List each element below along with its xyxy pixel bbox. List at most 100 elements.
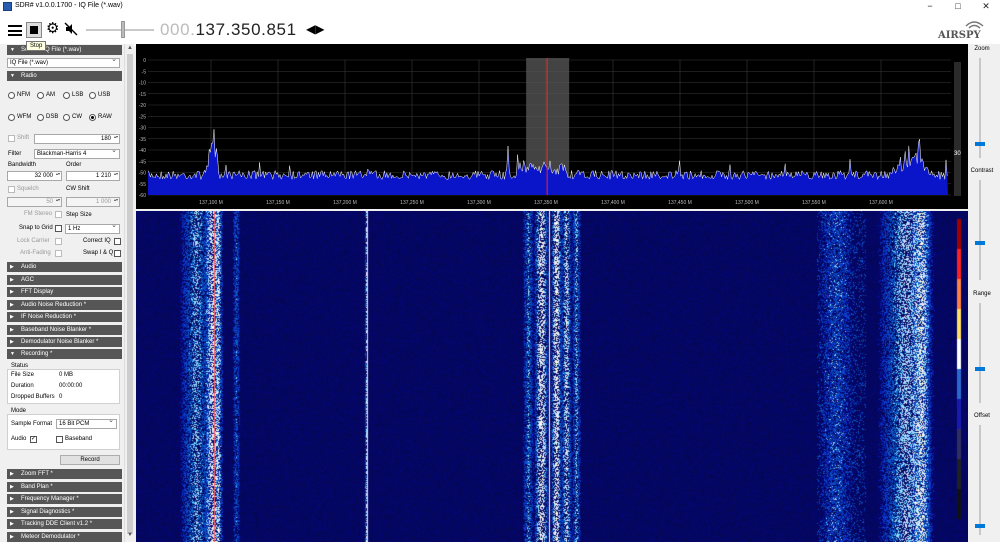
mode-radio-cw[interactable] [63, 114, 70, 121]
anti-fading-checkbox[interactable] [55, 250, 62, 257]
logo-text: AIRSPY [937, 30, 981, 41]
swap-iq-label: Swap I & Q [83, 250, 114, 256]
contrast-slider-track[interactable] [979, 180, 981, 280]
frequency-tick-label: 137,400 M [601, 200, 625, 206]
audio-checkbox[interactable]: ✓ [30, 436, 37, 443]
dropped-buffers-value: 0 [59, 394, 63, 400]
snap-to-grid-checkbox[interactable] [55, 225, 62, 232]
mode-radio-nfm[interactable] [8, 92, 15, 99]
db-tick-label: -45 [139, 159, 146, 165]
mode-radio-lsb[interactable] [63, 92, 70, 99]
waterfall-display[interactable] [136, 211, 968, 542]
db-tick-label: -5 [142, 69, 147, 75]
zoom-slider-thumb[interactable] [975, 142, 985, 146]
section-recording[interactable]: Recording * [7, 349, 122, 359]
range-label: Range [973, 291, 991, 297]
squelch-input[interactable]: 50 [7, 197, 62, 207]
section-zoom-fft[interactable]: Zoom FFT * [7, 469, 122, 479]
level-bar[interactable] [954, 62, 961, 196]
correct-iq-label: Correct IQ [83, 238, 111, 244]
bandwidth-label: Bandwidth [8, 162, 37, 168]
db-tick-label: -30 [139, 126, 146, 132]
range-slider-thumb[interactable] [975, 367, 985, 371]
title-bar: SDR# v1.0.0.1700 - IQ File (*.wav) − □ ✕ [0, 0, 1000, 13]
section-agc[interactable]: AGC [7, 274, 122, 285]
cw-shift-input[interactable]: 1 000 [66, 197, 120, 207]
maximize-button[interactable]: □ [944, 0, 972, 13]
shift-label: Shift [17, 135, 30, 141]
frequency-display[interactable]: 000.137.350.851 [160, 20, 297, 40]
db-tick-label: -25 [139, 114, 146, 120]
sample-format-select[interactable]: 16 Bit PCM [56, 417, 117, 429]
volume-slider-thumb[interactable] [121, 21, 126, 38]
db-tick-label: -60 [139, 193, 146, 199]
mode-radio-am[interactable] [37, 92, 44, 99]
shift-input[interactable]: 180 [34, 134, 120, 144]
section-meteor-demodulator[interactable]: Meteor Demodulator * [7, 531, 122, 542]
section-tracking-dde-client-v1-2[interactable]: Tracking DDE Client v1.2 * [7, 519, 122, 529]
scrollbar-thumb[interactable] [127, 54, 133, 534]
section-demodulator-noise-blanker[interactable]: Demodulator Noise Blanker * [7, 337, 122, 347]
mode-label-dsb: DSB [46, 114, 59, 120]
db-axis-labels: 0 -5 -10 -15 -20 -25 -30 -35 -40 -45 -50 -55 -60 [139, 58, 146, 199]
order-input[interactable]: 1 210 [66, 171, 120, 181]
db-tick-label: -35 [139, 137, 146, 143]
lock-carrier-checkbox[interactable] [55, 238, 62, 245]
mode-radio-raw[interactable] [89, 114, 96, 121]
frequency-tick-label: 137,150 M [266, 200, 290, 206]
mute-speaker-icon[interactable] [64, 22, 78, 36]
stop-button[interactable] [26, 22, 42, 38]
volume-slider-track[interactable] [86, 29, 154, 31]
filter-select[interactable]: Blackman-Harris 4 [34, 147, 120, 159]
correct-iq-checkbox[interactable] [114, 238, 121, 245]
gear-icon[interactable]: ⚙ [46, 21, 59, 37]
section-fft-display[interactable]: FFT Display [7, 287, 122, 297]
db-tick-label: -50 [139, 171, 146, 177]
record-button[interactable]: Record [60, 455, 120, 465]
db-tick-label: 0 [143, 58, 146, 64]
section-if-noise-reduction[interactable]: IF Noise Reduction * [7, 312, 122, 322]
section-frequency-manager[interactable]: Frequency Manager * [7, 494, 122, 504]
close-button[interactable]: ✕ [972, 0, 1000, 13]
zoom-label: Zoom [974, 46, 990, 52]
frequency-tick-label: 137,450 M [668, 200, 692, 206]
mode-radio-usb[interactable] [89, 92, 96, 99]
mode-radio-dsb[interactable] [37, 114, 44, 121]
section-audio-noise-reduction[interactable]: Audio Noise Reduction * [7, 299, 122, 310]
section-audio[interactable]: Audio [7, 262, 122, 272]
left-panel-scrollbar[interactable]: ▲ ▼ [124, 44, 134, 542]
spectrum-analyzer[interactable]: 0 -5 -10 -15 -20 -25 -30 -35 -40 -45 -50 -55 -60 137… [136, 44, 968, 209]
db-tick-label: -20 [139, 103, 146, 109]
bandwidth-input[interactable]: 32 000 [7, 171, 62, 181]
section-source[interactable]: Source: IQ File (*.wav) [7, 45, 122, 55]
shift-checkbox[interactable] [8, 135, 15, 142]
file-size-label: File Size [11, 372, 35, 378]
db-tick-label: -10 [139, 81, 146, 87]
baseband-checkbox[interactable] [56, 436, 63, 443]
swap-iq-checkbox[interactable] [114, 250, 121, 257]
mode-radio-wfm[interactable] [8, 114, 15, 121]
scroll-down-icon[interactable]: ▼ [127, 532, 133, 538]
section-signal-diagnostics[interactable]: Signal Diagnostics * [7, 506, 122, 517]
section-band-plan[interactable]: Band Plan * [7, 481, 122, 492]
frequency-step-arrows[interactable]: ◀▶ [306, 22, 324, 36]
section-radio[interactable]: Radio [7, 71, 122, 81]
section-baseband-noise-blanker[interactable]: Baseband Noise Blanker * [7, 324, 122, 335]
offset-slider-thumb[interactable] [975, 524, 985, 528]
offset-slider-track[interactable] [979, 425, 981, 535]
source-select[interactable]: IQ File (*.wav) [7, 56, 120, 68]
lock-carrier-label: Lock Carrier [17, 238, 50, 244]
contrast-label: Contrast [970, 168, 994, 174]
frequency-tick-label: 137,500 M [735, 200, 759, 206]
menu-icon[interactable] [8, 25, 22, 36]
frequency-leading-digits: 000. [160, 20, 196, 39]
squelch-checkbox[interactable] [8, 186, 15, 193]
airspy-logo: AIRSPY [937, 21, 984, 41]
contrast-slider-thumb[interactable] [975, 241, 985, 245]
step-size-select[interactable]: 1 Hz [65, 222, 120, 234]
minimize-button[interactable]: − [916, 0, 944, 13]
db-tick-label: -40 [139, 148, 146, 154]
scroll-up-icon[interactable]: ▲ [127, 45, 133, 51]
range-slider-track[interactable] [979, 303, 981, 403]
fm-stereo-checkbox[interactable] [55, 211, 62, 218]
